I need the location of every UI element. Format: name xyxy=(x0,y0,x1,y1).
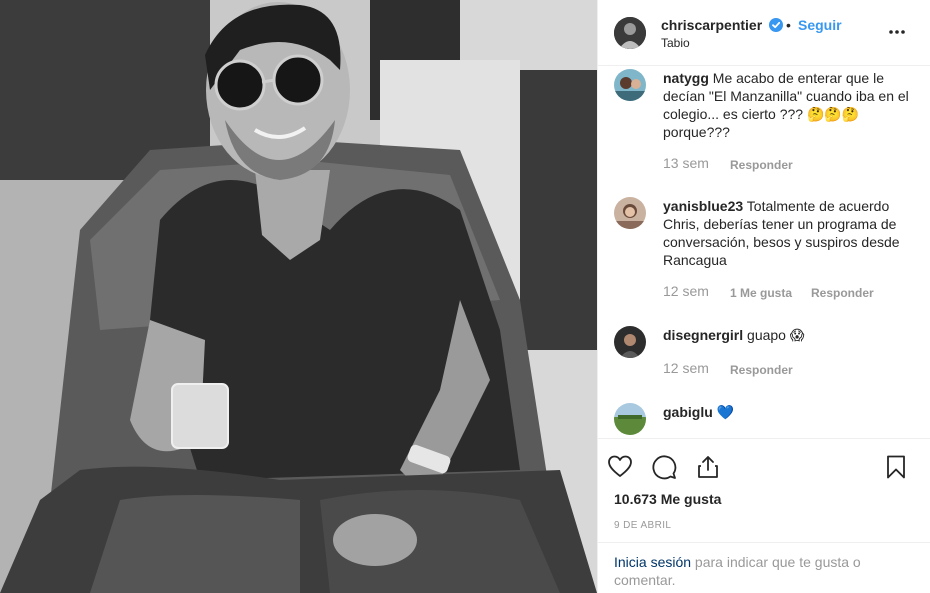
comment-body: guapo 😱 xyxy=(747,327,805,343)
comment-text: gabiglu 💙 xyxy=(663,403,919,421)
comment-time[interactable]: 13 sem xyxy=(663,155,709,171)
verified-badge-icon xyxy=(769,18,783,32)
author-username[interactable]: chriscarpentier xyxy=(661,17,762,33)
comment-likes[interactable]: 1 Me gusta xyxy=(730,286,792,300)
more-options-icon[interactable] xyxy=(887,24,907,40)
commenter-avatar[interactable] xyxy=(614,69,646,101)
comment-icon[interactable] xyxy=(651,454,677,480)
post-photo[interactable] xyxy=(0,0,597,593)
login-link[interactable]: Inicia sesión xyxy=(614,554,691,570)
commenter-avatar[interactable] xyxy=(614,326,646,358)
login-prompt: Inicia sesión para indicar que te gusta … xyxy=(598,542,930,593)
commenter-avatar[interactable] xyxy=(614,197,646,229)
commenter-avatar[interactable] xyxy=(614,403,646,435)
post-actions: 10.673 Me gusta 9 DE ABRIL xyxy=(598,438,930,544)
comment-body: 💙 xyxy=(716,404,735,420)
comment-time[interactable]: 12 sem xyxy=(663,360,709,376)
separator-dot: • xyxy=(786,17,791,33)
post-date[interactable]: 9 DE ABRIL xyxy=(614,520,671,531)
reply-button[interactable]: Responder xyxy=(811,286,874,300)
likes-count[interactable]: 10.673 Me gusta xyxy=(614,491,721,507)
photo-illustration xyxy=(0,0,597,593)
follow-button[interactable]: Seguir xyxy=(798,17,842,33)
comment-username[interactable]: gabiglu xyxy=(663,404,713,420)
comment-text: yanisblue23 Totalmente de acuerdo Chris,… xyxy=(663,197,919,269)
comment-username[interactable]: yanisblue23 xyxy=(663,198,743,214)
comment-text: natygg Me acabo de enterar que le decían… xyxy=(663,69,919,141)
post-location[interactable]: Tabio xyxy=(661,36,690,50)
comment-item: yanisblue23 Totalmente de acuerdo Chris,… xyxy=(614,197,919,307)
login-prompt-text: Inicia sesión para indicar que te gusta … xyxy=(614,553,914,589)
reply-button[interactable]: Responder xyxy=(730,158,793,172)
heart-icon[interactable] xyxy=(607,454,633,480)
author-avatar[interactable] xyxy=(614,17,646,49)
comment-item: gabiglu 💙 xyxy=(614,403,919,438)
comment-username[interactable]: natygg xyxy=(663,70,709,86)
post-side-panel: chriscarpentier • Seguir Tabio natygg Me… xyxy=(597,0,930,593)
comment-item: natygg Me acabo de enterar que le decían… xyxy=(614,69,919,189)
comment-username[interactable]: disegnergirl xyxy=(663,327,743,343)
comment-text: disegnergirl guapo 😱 xyxy=(663,326,919,344)
comments-list[interactable]: natygg Me acabo de enterar que le decían… xyxy=(598,67,930,438)
post-header: chriscarpentier • Seguir Tabio xyxy=(598,0,930,66)
comment-time[interactable]: 12 sem xyxy=(663,283,709,299)
comment-meta: 13 sem xyxy=(663,155,709,171)
share-icon[interactable] xyxy=(695,454,721,480)
comment-meta: 12 sem xyxy=(663,360,709,376)
comment-item: disegnergirl guapo 😱 12 sem Responder xyxy=(614,326,919,386)
comment-meta: 12 sem xyxy=(663,283,709,299)
reply-button[interactable]: Responder xyxy=(730,363,793,377)
bookmark-icon[interactable] xyxy=(883,454,909,480)
